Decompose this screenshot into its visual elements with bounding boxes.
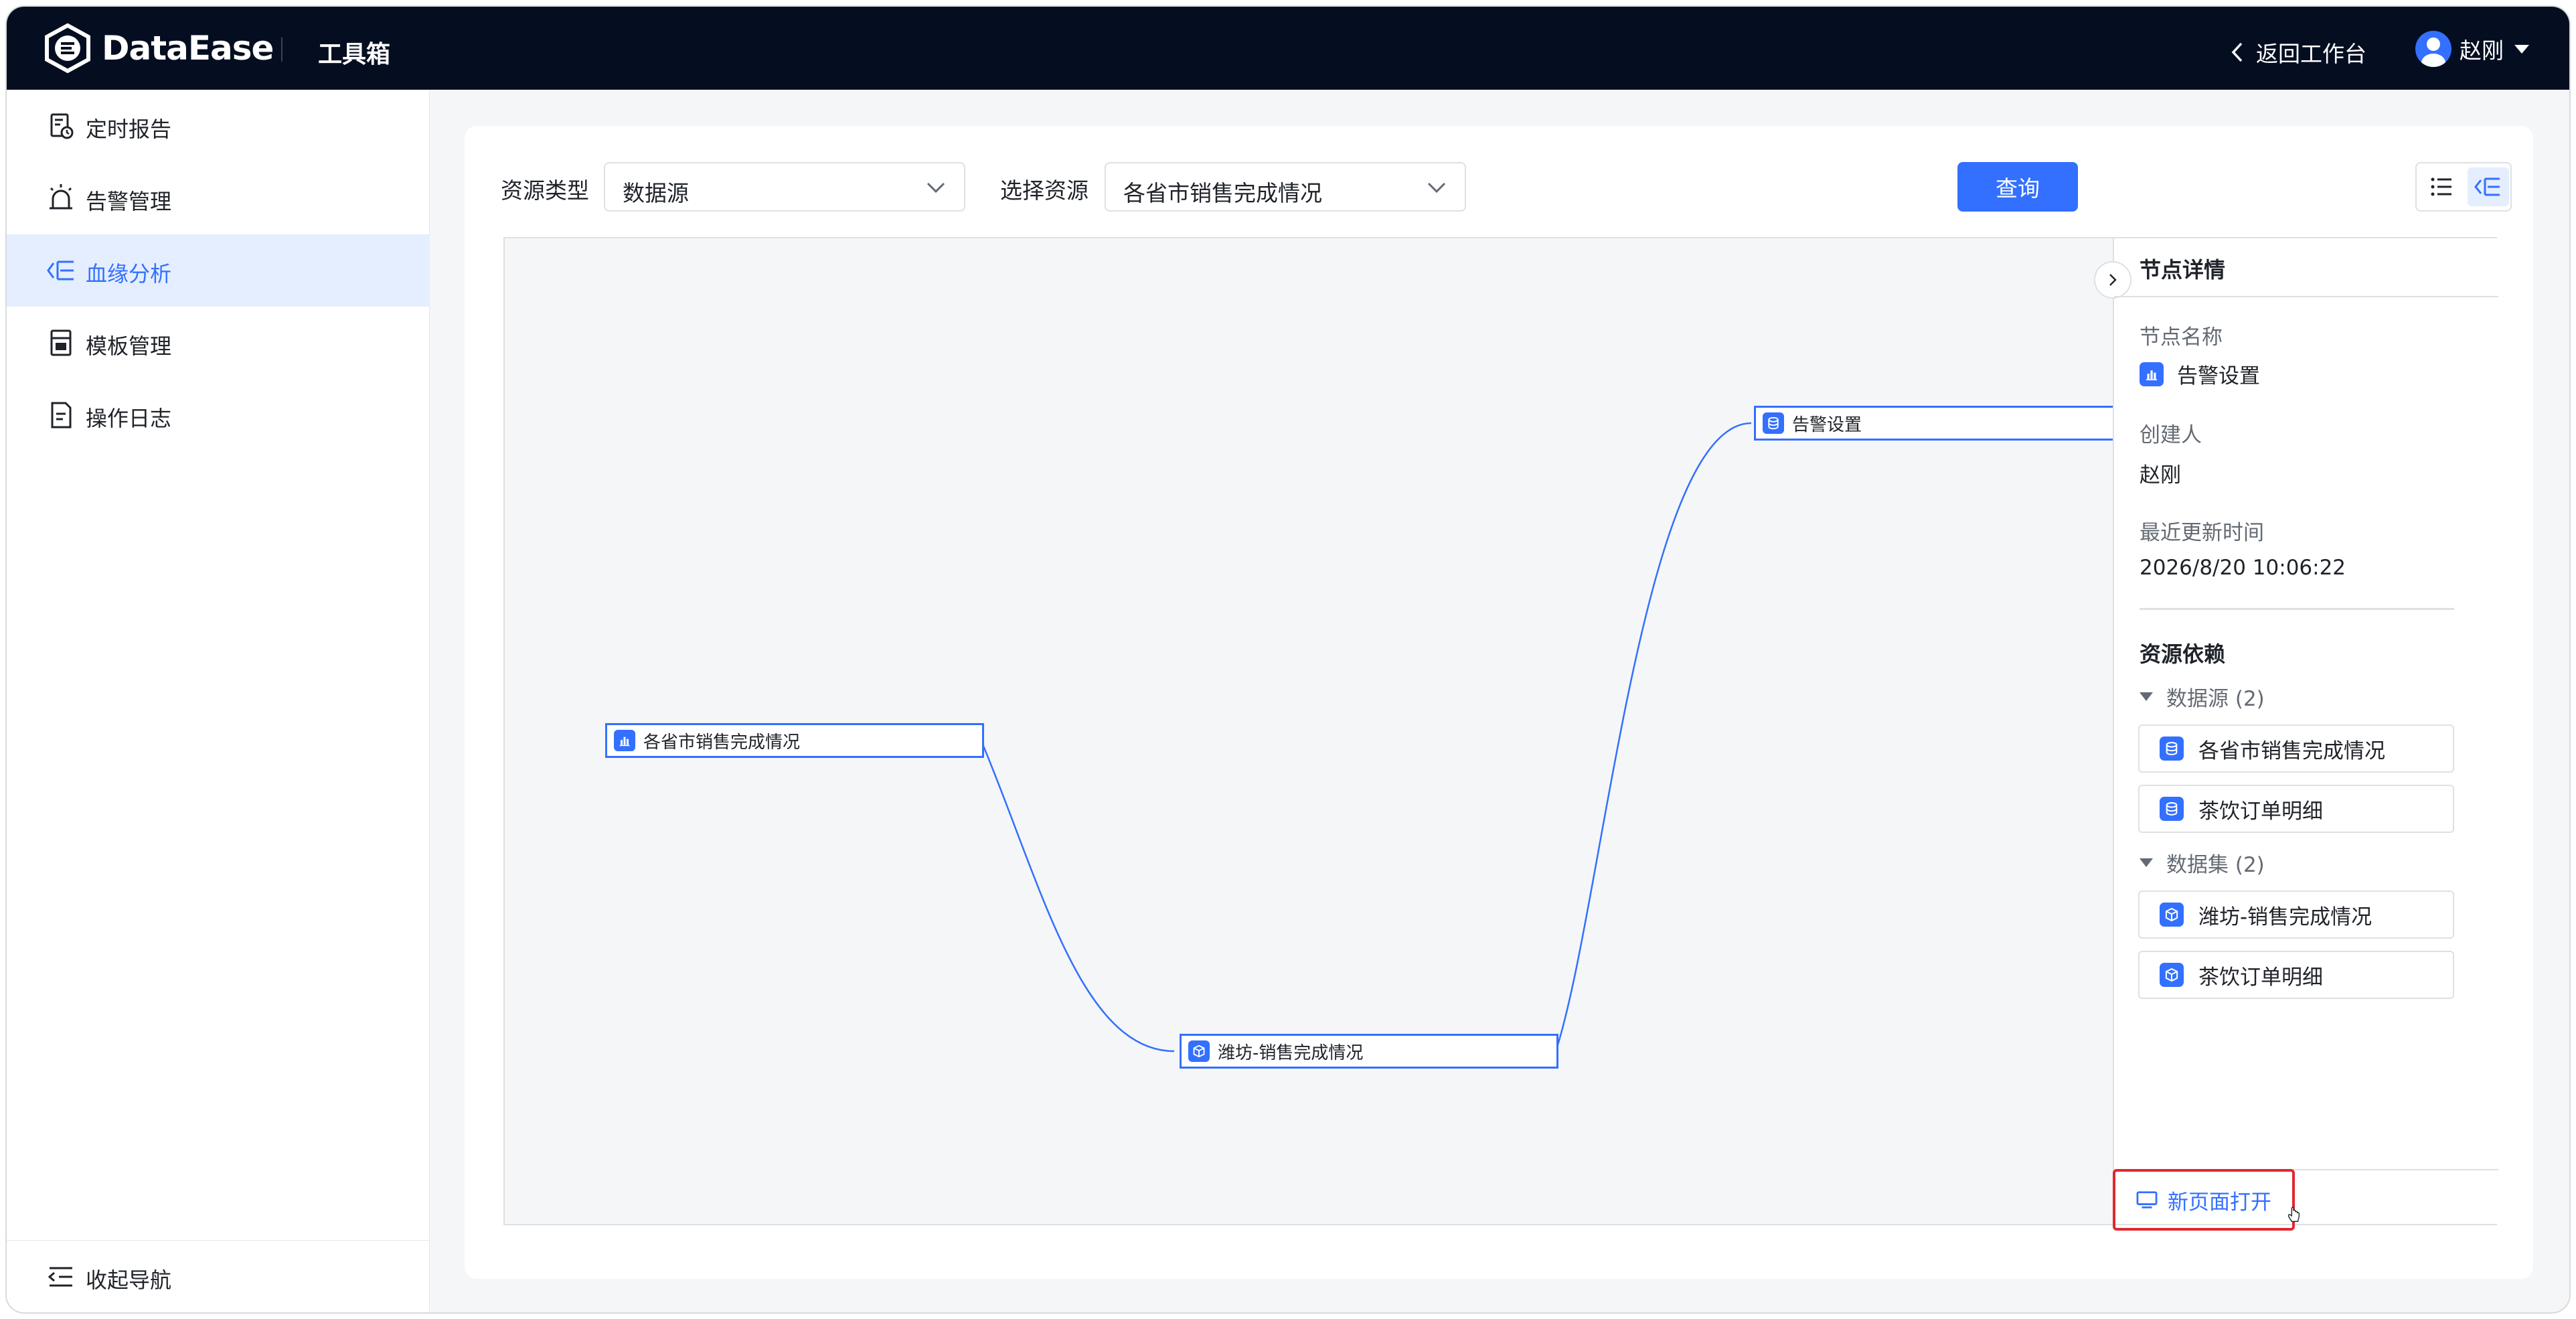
collapse-panel-button[interactable] [2094, 261, 2131, 299]
sidebar-item-operation-log[interactable]: 操作日志 [7, 379, 430, 451]
monitor-icon [2136, 1191, 2158, 1209]
creator-value: 赵刚 [2140, 463, 2181, 487]
query-button[interactable]: 查询 [1957, 162, 2078, 212]
resource-deps-title: 资源依赖 [2140, 641, 2226, 667]
updated-label: 最近更新时间 [2140, 521, 2264, 545]
datasource-group-toggle[interactable]: 数据源 (2) [2140, 682, 2265, 712]
cube-icon [2160, 903, 2184, 927]
toolbox-title: 工具箱 [318, 41, 391, 68]
back-to-workbench-link[interactable]: 返回工作台 [2229, 36, 2366, 68]
cube-icon [2160, 963, 2184, 987]
lineage-icon [47, 260, 74, 281]
collapse-menu-icon [48, 1267, 72, 1287]
avatar [2415, 31, 2451, 67]
updated-value: 2026/8/20 10:06:22 [2140, 556, 2346, 580]
group-title-text: 数据集 (2) [2166, 853, 2265, 877]
user-icon [2421, 37, 2445, 67]
group-title-text: 数据源 (2) [2166, 687, 2265, 711]
header-divider [281, 37, 283, 62]
dep-item-datasource[interactable]: 各省市销售完成情况 [2138, 724, 2454, 773]
alarm-icon [50, 184, 72, 210]
panel-title: 节点详情 [2140, 257, 2226, 283]
log-icon [51, 402, 72, 429]
node-label: 潍坊-销售完成情况 [1218, 1042, 1364, 1063]
node-name-label: 节点名称 [2140, 325, 2223, 350]
back-label: 返回工作台 [2256, 41, 2366, 67]
open-new-label: 新页面打开 [2168, 1190, 2271, 1215]
chevron-right-icon [2109, 274, 2117, 286]
node-label: 告警设置 [1792, 414, 1862, 435]
node-name-value: 告警设置 [2140, 359, 2260, 389]
sidebar-item-label: 定时报告 [86, 117, 172, 142]
lineage-view-button[interactable] [2468, 167, 2509, 206]
caret-down-icon [2514, 44, 2529, 54]
app-window: DataEase 工具箱 返回工作台 赵刚 定时报告 告警管理 血缘分析 模板管… [7, 7, 2569, 1312]
template-icon [50, 329, 72, 356]
lineage-icon [2474, 177, 2500, 196]
sidebar-item-template[interactable]: 模板管理 [7, 307, 430, 379]
dep-item-label: 茶饮订单明细 [2198, 799, 2323, 824]
divider [2114, 296, 2498, 297]
resource-type-select[interactable]: 数据源 [604, 162, 965, 212]
sidebar-item-alarm[interactable]: 告警管理 [7, 162, 430, 234]
graph-node-alarm[interactable]: 告警设置 [1754, 406, 2133, 441]
graph-node-datasource[interactable]: 各省市销售完成情况 [605, 723, 984, 758]
scheduled-report-icon [50, 113, 74, 139]
logo[interactable]: DataEase [43, 23, 274, 74]
database-icon [2160, 736, 2184, 761]
list-view-button[interactable] [2421, 167, 2462, 206]
node-detail-panel: 节点详情 节点名称 告警设置 创建人 赵刚 最近更新时间 2026/8/20 1… [2094, 238, 2498, 1231]
logo-text: DataEase [102, 29, 274, 68]
collapse-nav-button[interactable]: 收起导航 [7, 1240, 430, 1312]
dep-item-label: 茶饮订单明细 [2198, 965, 2323, 990]
resource-label: 选择资源 [1000, 177, 1089, 204]
open-in-new-page-button[interactable]: 新页面打开 [2113, 1169, 2300, 1231]
sidebar-item-label: 告警管理 [86, 189, 172, 214]
chevron-left-icon [2231, 42, 2243, 62]
dep-item-label: 各省市销售完成情况 [2198, 739, 2385, 763]
node-name-text: 告警设置 [2177, 364, 2260, 388]
sidebar-item-label: 血缘分析 [86, 261, 172, 287]
dataease-logo-icon [45, 23, 90, 74]
user-name: 赵刚 [2460, 37, 2504, 64]
edge-datasource-to-dataset [980, 741, 1175, 1053]
collapse-nav-label: 收起导航 [86, 1267, 172, 1293]
dataset-group-toggle[interactable]: 数据集 (2) [2140, 848, 2265, 878]
creator-label: 创建人 [2140, 423, 2202, 447]
sidebar-item-label: 操作日志 [86, 406, 172, 431]
chart-icon [2140, 362, 2164, 386]
edge-dataset-to-alarm [1554, 422, 1752, 1052]
resource-type-label: 资源类型 [501, 177, 589, 204]
sidebar-item-label: 模板管理 [86, 333, 172, 359]
sidebar-item-scheduled-report[interactable]: 定时报告 [7, 90, 430, 162]
dep-item-dataset[interactable]: 茶饮订单明细 [2138, 951, 2454, 999]
caret-down-icon [2140, 692, 2153, 701]
database-icon [2160, 797, 2184, 821]
divider [2140, 608, 2454, 610]
hand-cursor-icon [2287, 1207, 2300, 1222]
chevron-down-icon [1427, 182, 1446, 193]
sidebar: 定时报告 告警管理 血缘分析 模板管理 操作日志 收起导航 [7, 90, 430, 1312]
dep-item-dataset[interactable]: 潍坊-销售完成情况 [2138, 890, 2454, 939]
view-toggle [2415, 162, 2512, 212]
lineage-canvas[interactable]: 各省市销售完成情况 潍坊-销售完成情况 告警设置 节点详情 节点名称 告警设置 … [503, 237, 2498, 1231]
resource-value: 各省市销售完成情况 [1123, 180, 1322, 206]
top-header: DataEase 工具箱 返回工作台 赵刚 [7, 7, 2569, 90]
chart-icon [614, 730, 635, 751]
graph-node-dataset[interactable]: 潍坊-销售完成情况 [1180, 1034, 1558, 1069]
sidebar-item-lineage[interactable]: 血缘分析 [7, 234, 430, 307]
node-label: 各省市销售完成情况 [643, 732, 801, 753]
resource-select[interactable]: 各省市销售完成情况 [1105, 162, 1466, 212]
chevron-down-icon [927, 182, 945, 193]
lineage-card: 资源类型 数据源 选择资源 各省市销售完成情况 查询 各省市销售完成情况 潍坊-… [465, 126, 2533, 1279]
list-icon [2431, 177, 2451, 196]
database-icon [1763, 412, 1784, 434]
caret-down-icon [2140, 858, 2153, 867]
dep-item-datasource[interactable]: 茶饮订单明细 [2138, 785, 2454, 833]
dep-item-label: 潍坊-销售完成情况 [2198, 905, 2372, 929]
user-menu[interactable]: 赵刚 [2415, 31, 2529, 67]
cube-icon [1188, 1040, 1210, 1062]
resource-type-value: 数据源 [623, 180, 689, 206]
